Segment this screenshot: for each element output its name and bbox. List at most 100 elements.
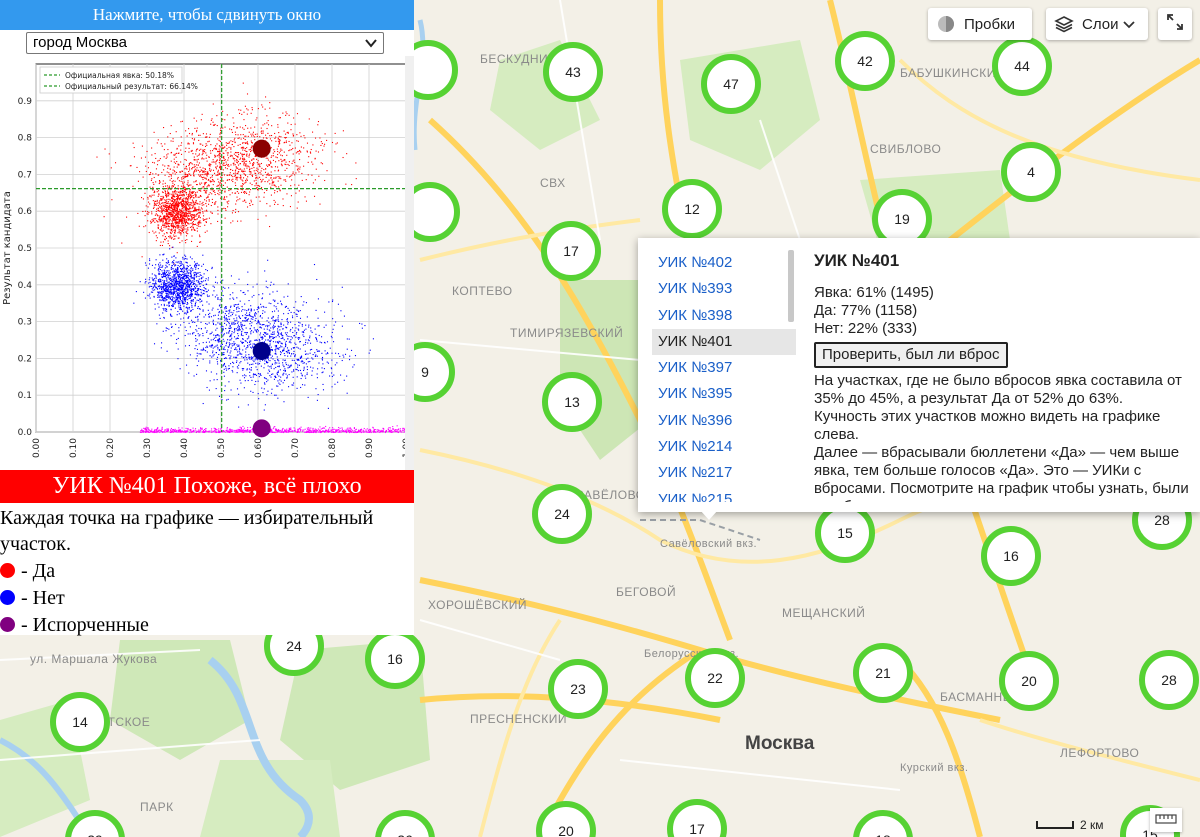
list-scrollbar[interactable]: [788, 250, 794, 322]
uik-list-item[interactable]: УИК №215: [652, 487, 796, 502]
data-point: [255, 366, 257, 368]
uik-cluster-marker[interactable]: 17: [541, 221, 601, 281]
data-point: [185, 218, 187, 221]
check-stuffing-button[interactable]: Проверить, был ли вброс: [814, 342, 1008, 368]
data-point: [168, 185, 170, 187]
data-point: [187, 200, 189, 202]
uik-list-item[interactable]: УИК №398: [652, 303, 796, 329]
data-point: [217, 185, 219, 187]
uik-cluster-marker[interactable]: 20: [999, 651, 1059, 711]
data-point: [291, 174, 293, 176]
data-point: [242, 308, 244, 311]
data-point: [277, 137, 279, 139]
data-point: [211, 161, 213, 163]
data-point: [264, 123, 266, 125]
uik-cluster-marker[interactable]: 43: [543, 42, 603, 102]
traffic-button[interactable]: Пробки: [928, 8, 1032, 40]
layers-button[interactable]: Слои: [1046, 8, 1148, 40]
data-point: [157, 227, 159, 230]
data-point: [161, 219, 163, 221]
data-point: [199, 166, 201, 168]
uik-cluster-marker[interactable]: 13: [542, 372, 602, 432]
uik-cluster-marker[interactable]: 47: [701, 54, 761, 114]
data-point: [166, 290, 169, 292]
data-point: [189, 333, 191, 335]
data-point: [297, 347, 299, 349]
uik-cluster-marker[interactable]: 44: [992, 36, 1052, 96]
data-point: [162, 235, 164, 237]
data-point: [155, 235, 157, 237]
region-select[interactable]: город Москва: [26, 32, 384, 54]
data-point: [217, 155, 219, 157]
uik-cluster-marker[interactable]: 28: [1139, 650, 1199, 710]
uik-list[interactable]: УИК №402 УИК №393 УИК №398 УИК №401 УИК №397…: [652, 250, 796, 502]
data-point: [161, 297, 163, 299]
data-point: [238, 109, 240, 111]
uik-list-item[interactable]: УИК №214: [652, 434, 796, 460]
data-point: [206, 190, 208, 192]
data-point: [199, 170, 201, 173]
data-point: [255, 329, 257, 331]
data-point: [148, 286, 150, 288]
data-point: [213, 337, 215, 339]
data-point: [224, 357, 227, 359]
data-point: [193, 164, 195, 166]
uik-cluster-marker[interactable]: 42: [835, 31, 895, 91]
uik-list-item[interactable]: УИК №396: [652, 408, 796, 434]
data-point: [307, 396, 309, 398]
uik-cluster-marker[interactable]: 16: [365, 629, 425, 689]
data-point: [241, 142, 244, 144]
data-point: [251, 159, 253, 161]
data-point: [227, 368, 229, 370]
data-point: [348, 338, 350, 340]
data-point: [289, 144, 291, 146]
explanation-text-2: Далее — вбрасывали бюллетени «Да» — чем …: [814, 444, 1189, 502]
data-point: [279, 189, 281, 191]
uik-list-item[interactable]: УИК №393: [652, 276, 796, 302]
data-point: [182, 288, 184, 290]
data-point: [238, 154, 240, 156]
data-point: [285, 141, 287, 144]
uik-cluster-marker[interactable]: 16: [981, 526, 1041, 586]
data-point: [174, 265, 176, 267]
data-point: [180, 229, 182, 231]
uik-cluster-marker[interactable]: 24: [532, 484, 592, 544]
data-point: [275, 353, 277, 355]
data-point: [162, 220, 164, 222]
data-point: [201, 169, 203, 172]
data-point: [209, 362, 211, 364]
data-point: [224, 159, 226, 161]
uik-list-item[interactable]: УИК №395: [652, 381, 796, 407]
data-point: [211, 309, 213, 311]
uik-cluster-marker[interactable]: 12: [662, 179, 722, 239]
data-point: [201, 289, 203, 291]
uik-list-item[interactable]: УИК №401: [652, 328, 796, 356]
uik-cluster-marker[interactable]: 22: [685, 648, 745, 708]
data-point: [278, 141, 280, 144]
fullscreen-button[interactable]: [1158, 8, 1192, 40]
uik-cluster-marker[interactable]: 21: [853, 643, 913, 703]
drag-handle-header[interactable]: Нажмите, чтобы сдвинуть окно: [0, 0, 414, 30]
data-point: [188, 279, 190, 281]
ruler-button[interactable]: [1150, 808, 1182, 832]
data-point: [206, 301, 208, 303]
data-point: [210, 169, 212, 171]
uik-cluster-marker[interactable]: 4: [1001, 142, 1061, 202]
data-point: [172, 169, 174, 171]
uik-list-item[interactable]: УИК №402: [652, 250, 796, 276]
data-point: [165, 271, 167, 274]
uik-list-item[interactable]: УИК №217: [652, 460, 796, 486]
data-point: [171, 326, 173, 328]
data-point: [180, 308, 182, 310]
uik-cluster-marker[interactable]: 23: [548, 659, 608, 719]
data-point: [145, 264, 147, 266]
data-point: [153, 162, 156, 164]
data-point: [276, 319, 278, 321]
uik-list-item[interactable]: УИК №397: [652, 355, 796, 381]
ruler-icon: [1155, 811, 1177, 829]
data-point: [184, 293, 186, 295]
uik-cluster-marker[interactable]: 14: [50, 692, 110, 752]
uik-cluster-marker[interactable]: 15: [815, 503, 875, 563]
data-point: [183, 209, 185, 211]
data-point: [237, 335, 239, 337]
